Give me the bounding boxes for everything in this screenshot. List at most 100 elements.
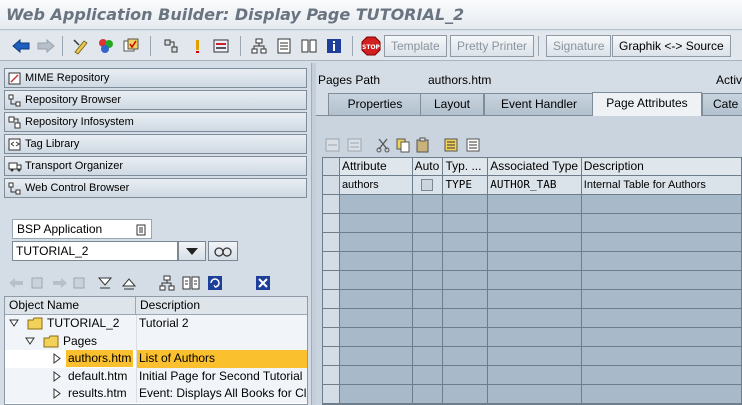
list-icon[interactable] [68, 272, 90, 294]
nav-repository-browser[interactable]: Repository Browser [4, 90, 307, 110]
previous-object-icon[interactable] [6, 272, 28, 294]
tag-library-icon [8, 138, 22, 157]
tab-strip: Properties Layout Event Handler Page Att… [316, 92, 742, 116]
tree-row[interactable]: results.htm Event: Displays All Books fo… [5, 385, 307, 403]
pretty-printer-button[interactable]: Pretty Printer [450, 35, 535, 57]
close-icon[interactable] [252, 272, 274, 294]
empty-table-row[interactable] [323, 233, 741, 252]
description-cell[interactable]: Internal Table for Authors [581, 176, 741, 194]
chevron-right-icon [53, 388, 61, 399]
template-button[interactable]: Template [384, 35, 447, 57]
hierarchy-icon [8, 94, 22, 113]
hierarchy-icon[interactable] [248, 35, 270, 57]
check-icon[interactable] [120, 35, 142, 57]
attribute-cell[interactable]: authors [339, 176, 413, 194]
refresh-icon[interactable] [204, 272, 226, 294]
column-header-object-name[interactable]: Object Name [5, 297, 136, 314]
column-header-auto[interactable]: Auto [413, 158, 444, 175]
next-object-icon[interactable] [48, 272, 70, 294]
folder-icon [27, 317, 43, 330]
window-title: Web Application Builder: Display Page TU… [6, 5, 465, 24]
tab-categories[interactable]: Cate [702, 93, 742, 115]
split-screen-icon[interactable] [298, 35, 320, 57]
empty-table-row[interactable] [323, 328, 741, 347]
empty-table-row[interactable] [323, 290, 741, 309]
list-icon[interactable] [26, 272, 48, 294]
display-change-icon[interactable] [70, 35, 92, 57]
display-object-list-icon[interactable] [210, 35, 232, 57]
hierarchy-icon[interactable] [156, 272, 178, 294]
empty-table-row[interactable] [323, 347, 741, 366]
object-name-input[interactable]: TUTORIAL_2 [12, 241, 178, 261]
deselect-all-icon[interactable] [462, 134, 484, 156]
object-type-selector[interactable]: BSP Application [12, 219, 152, 239]
tree-row[interactable]: authors.htm List of Authors [5, 350, 307, 368]
typing-cell[interactable]: TYPE [443, 176, 489, 194]
signature-button[interactable]: Signature [546, 35, 612, 57]
empty-table-row[interactable] [323, 271, 741, 290]
stop-icon[interactable]: STOP [360, 35, 382, 57]
back-icon[interactable] [10, 35, 32, 57]
tree-toolbar [4, 272, 308, 294]
tab-properties[interactable]: Properties [328, 93, 422, 115]
hierarchy-icon [8, 182, 22, 201]
graphik-source-button[interactable]: Graphik <-> Source [612, 35, 731, 57]
empty-table-row[interactable] [323, 214, 741, 233]
display-object-button[interactable] [208, 241, 238, 261]
select-all-icon[interactable] [440, 134, 462, 156]
auto-checkbox[interactable] [420, 179, 433, 191]
tree-row[interactable]: TUTORIAL_2 Tutorial 2 [5, 315, 307, 333]
forward-icon[interactable] [35, 35, 57, 57]
information-icon[interactable] [323, 35, 345, 57]
nav-mime-repository[interactable]: MIME Repository [4, 68, 307, 88]
chevron-down-icon [25, 337, 35, 345]
chevron-down-icon [9, 319, 19, 327]
transport-icon [8, 160, 22, 179]
nav-tag-library[interactable]: Tag Library [4, 134, 307, 154]
nav-transport-organizer[interactable]: Transport Organizer [4, 156, 307, 176]
tab-event-handler[interactable]: Event Handler [484, 93, 594, 115]
column-header-attribute[interactable]: Attribute [340, 158, 413, 175]
delete-row-icon[interactable] [344, 134, 366, 156]
tree-row[interactable]: default.htm Initial Page for Second Tuto… [5, 367, 307, 385]
chevron-right-icon [53, 370, 61, 382]
empty-table-row[interactable] [323, 309, 741, 328]
nav-repository-infosystem[interactable]: Repository Infosystem [4, 112, 307, 132]
chevron-down-icon [186, 248, 198, 255]
navigation-window-icon[interactable] [273, 35, 295, 57]
activate-icon[interactable] [95, 35, 117, 57]
empty-table-row[interactable] [323, 195, 741, 214]
where-used-icon[interactable] [160, 35, 182, 57]
paste-icon[interactable] [412, 134, 434, 156]
cut-icon[interactable] [372, 134, 394, 156]
row-selector[interactable] [323, 176, 340, 194]
chevron-right-icon [53, 353, 61, 364]
info-marker-icon[interactable] [186, 35, 208, 57]
column-header-description[interactable]: Description [582, 158, 741, 175]
tab-page-attributes[interactable]: Page Attributes [592, 92, 702, 116]
table-row[interactable]: authors TYPE AUTHOR_TAB Internal Table f… [323, 176, 741, 195]
empty-table-row[interactable] [323, 366, 741, 385]
tree-row[interactable]: Pages [5, 332, 307, 350]
column-header-typing[interactable]: Typ. ... [443, 158, 489, 175]
tab-layout[interactable]: Layout [420, 93, 484, 115]
grid-header: Attribute Auto Typ. ... Associated Type … [323, 158, 741, 176]
empty-table-row[interactable] [323, 385, 741, 404]
column-header-associated-type[interactable]: Associated Type [488, 158, 582, 175]
empty-table-row[interactable] [323, 252, 741, 271]
copy-icon[interactable] [392, 134, 414, 156]
row-selector-header[interactable] [323, 158, 340, 175]
expand-icon[interactable] [118, 272, 140, 294]
page-attributes-grid: Attribute Auto Typ. ... Associated Type … [322, 157, 742, 405]
create-object-icon[interactable] [180, 272, 202, 294]
folder-icon [43, 335, 59, 347]
tree-header: Object Name Description [5, 297, 307, 315]
object-tree: Object Name Description TUTORIAL_2 Tutor… [4, 296, 308, 405]
insert-row-icon[interactable] [322, 134, 344, 156]
dropdown-button[interactable] [178, 241, 206, 261]
associated-type-cell[interactable]: AUTHOR_TAB [488, 176, 582, 194]
auto-cell[interactable] [412, 176, 444, 194]
nav-web-control-browser[interactable]: Web Control Browser [4, 178, 307, 198]
column-header-description[interactable]: Description [136, 297, 307, 314]
collapse-icon[interactable] [94, 272, 116, 294]
